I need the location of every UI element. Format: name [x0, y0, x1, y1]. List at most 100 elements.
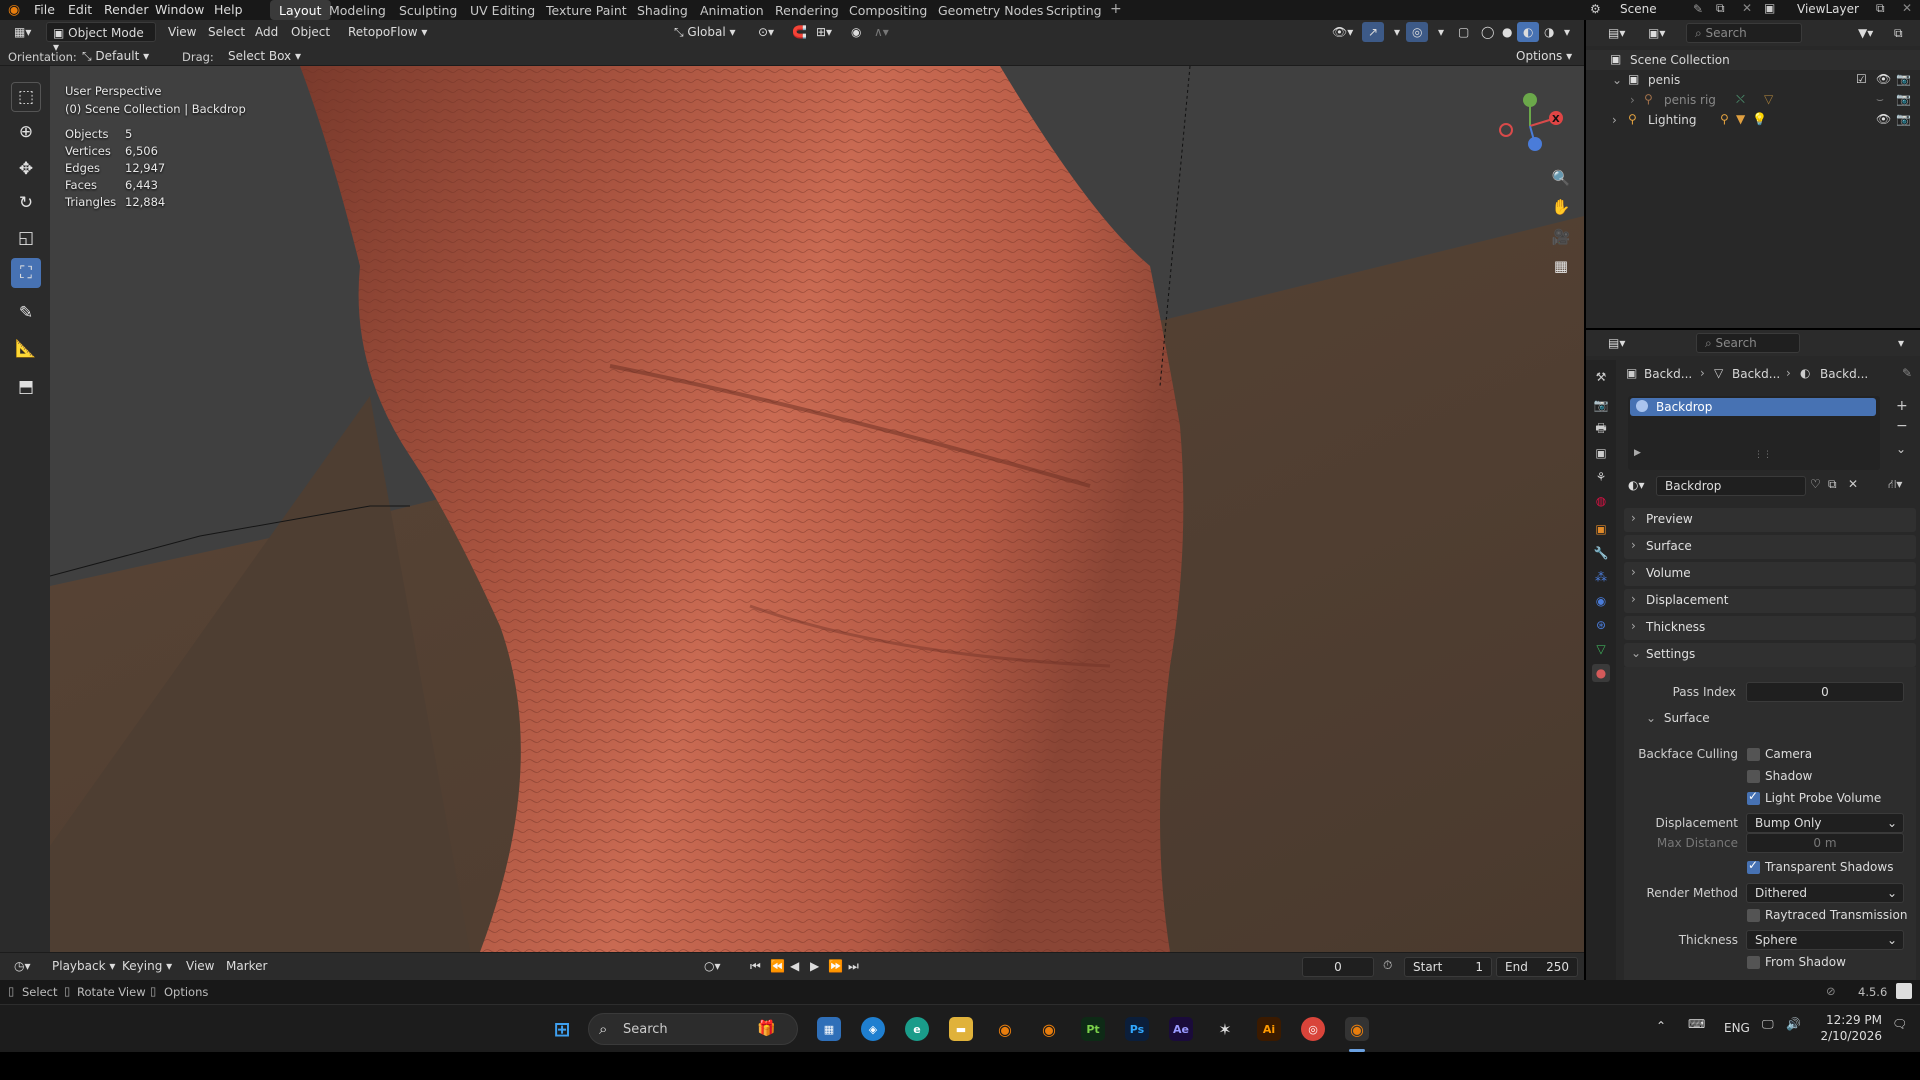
snap-target-icon[interactable]: ⊞▾ — [810, 22, 838, 42]
preview-range-icon[interactable]: ⏱ — [1383, 958, 1392, 973]
scene-name[interactable]: Scene — [1620, 2, 1657, 16]
panel-settings[interactable]: ⌄ Settings — [1624, 643, 1916, 667]
transform-orientation[interactable]: ⤡ Global ▾ — [668, 22, 742, 42]
snap-icon[interactable]: 🧲 — [786, 22, 813, 42]
properties-editor-icon[interactable]: ▤▾ — [1602, 333, 1631, 353]
modifier-tab-icon[interactable]: 🔧 — [1592, 544, 1610, 562]
after-effects-icon[interactable]: Ae — [1169, 1017, 1193, 1041]
jump-end-icon[interactable]: ⏭ — [842, 956, 865, 976]
clock-time[interactable]: 12:29 PM — [1826, 1013, 1882, 1027]
new-collection-icon[interactable]: ⧉ — [1888, 23, 1909, 43]
material-slot-list[interactable]: Backdrop ▶ ⋮⋮ — [1628, 396, 1880, 470]
from-shadow-checkbox[interactable] — [1747, 956, 1760, 969]
material-shading-icon[interactable]: ◐ — [1517, 22, 1540, 42]
add-slot-icon[interactable]: + — [1896, 398, 1908, 414]
chevron-up-icon[interactable]: ⌃ — [1656, 1019, 1666, 1033]
cursor-tool-icon[interactable]: ⊕ — [11, 117, 41, 147]
measure-tool-icon[interactable]: 📐 — [11, 334, 41, 364]
move-tool-icon[interactable]: ✥ — [11, 154, 41, 184]
surface-subpanel-header[interactable]: ⌄ Surface — [1646, 711, 1906, 731]
menu-help[interactable]: Help — [214, 2, 243, 17]
pivot-icon[interactable]: ⊙▾ — [752, 22, 780, 42]
pass-index-field[interactable]: 0 — [1746, 682, 1904, 702]
falloff-icon[interactable]: ∧▾ — [868, 22, 895, 42]
panel-surface[interactable]: › Surface — [1624, 535, 1916, 559]
tab-scripting[interactable]: Scripting — [1037, 0, 1111, 20]
thickness-dropdown[interactable]: Sphere ⌄ — [1746, 930, 1904, 950]
panel-volume[interactable]: › Volume — [1624, 562, 1916, 586]
fake-user-icon[interactable]: ♡ — [1810, 477, 1821, 491]
tree-row-penis[interactable]: ⌄ ▣ penis ☑ 👁 📷 — [1586, 70, 1920, 90]
properties-search-input[interactable]: ⌕ Search — [1696, 333, 1800, 353]
object-tab-icon[interactable]: ▣ — [1592, 520, 1610, 538]
tab-uv-editing[interactable]: UV Editing — [461, 0, 544, 20]
tab-animation[interactable]: Animation — [691, 0, 773, 20]
menu-edit[interactable]: Edit — [68, 2, 92, 17]
panel-preview[interactable]: › Preview — [1624, 508, 1916, 532]
new-view-layer-icon[interactable]: ⧉ — [1876, 1, 1885, 16]
tree-row-lighting[interactable]: › ⚲ Lighting ⚲ ▼ 💡 👁 📷 — [1586, 110, 1920, 130]
remove-slot-icon[interactable]: − — [1896, 418, 1908, 434]
tree-row-penis-rig[interactable]: › ⚲ penis rig ⛌ ▽ ⌣ 📷 — [1586, 90, 1920, 110]
menu-object[interactable]: Object — [285, 22, 336, 42]
panel-displacement[interactable]: › Displacement — [1624, 589, 1916, 613]
gizmo-toggle-icon[interactable]: ↗ — [1362, 22, 1385, 42]
chevron-right-icon[interactable]: › — [1630, 93, 1635, 107]
world-tab-icon[interactable]: ◍ — [1592, 492, 1610, 510]
menu-timeline-view[interactable]: View — [180, 956, 220, 976]
camera-icon[interactable]: 📷 — [1896, 112, 1911, 126]
tab-geometry-nodes[interactable]: Geometry Nodes — [929, 0, 1052, 20]
outliner-editor-icon[interactable]: ▤▾ — [1602, 23, 1631, 43]
eye-icon[interactable]: 👁 — [1876, 112, 1891, 126]
app-icon-blue[interactable]: ◈ — [861, 1017, 885, 1041]
display-mode-icon[interactable]: ▣▾ — [1642, 23, 1671, 43]
menu-view[interactable]: View — [162, 22, 202, 42]
camera-checkbox[interactable] — [1747, 748, 1760, 761]
retopoflow-menu[interactable]: RetopoFlow ▾ — [342, 22, 433, 42]
resize-handle-icon[interactable]: ⋮⋮ — [1754, 450, 1772, 460]
illustrator-icon[interactable]: Ai — [1257, 1017, 1281, 1041]
tab-texture-paint[interactable]: Texture Paint — [537, 0, 636, 20]
network-icon[interactable]: 🖵 — [1762, 1017, 1774, 1032]
camera-icon[interactable]: 📷 — [1896, 92, 1911, 106]
shadow-checkbox[interactable] — [1747, 770, 1760, 783]
material-slot-item[interactable]: Backdrop — [1630, 398, 1876, 416]
expand-triangle-icon[interactable]: ▶ — [1634, 448, 1641, 458]
eye-hidden-icon[interactable]: ⌣ — [1876, 92, 1884, 107]
material-browse-icon[interactable]: ◐▾ — [1628, 478, 1645, 492]
tab-rendering[interactable]: Rendering — [766, 0, 848, 20]
zbrush-icon[interactable]: ✶ — [1213, 1017, 1237, 1041]
checkbox-icon[interactable]: ☑ — [1856, 72, 1867, 86]
menu-playback[interactable]: Playback ▾ — [46, 956, 121, 976]
keyboard-icon[interactable]: ⌨ — [1688, 1017, 1705, 1031]
chevron-down-icon[interactable]: ⌄ — [1612, 73, 1622, 87]
task-view-icon[interactable]: ▦ — [817, 1017, 841, 1041]
data-tab-icon[interactable]: ▽ — [1592, 640, 1610, 658]
constraints-tab-icon[interactable]: ⊛ — [1592, 616, 1610, 634]
overlay-menu-icon[interactable]: ▾ — [1432, 22, 1450, 42]
language-indicator[interactable]: ENG — [1724, 1021, 1750, 1035]
duplicate-material-icon[interactable]: ⧉ — [1828, 477, 1837, 492]
menu-file[interactable]: File — [34, 2, 55, 17]
zoom-icon[interactable]: 🔍 — [1547, 164, 1575, 192]
ortho-grid-icon[interactable]: ▦ — [1547, 252, 1575, 280]
output-tab-icon[interactable]: 🖶 — [1592, 420, 1610, 438]
solid-shading-icon[interactable]: ● — [1496, 22, 1518, 42]
shading-menu-icon[interactable]: ▾ — [1558, 22, 1576, 42]
photoshop-icon[interactable]: Ps — [1125, 1017, 1149, 1041]
visibility-icon[interactable]: 👁▾ — [1326, 22, 1359, 42]
outliner-search-input[interactable]: ⌕ Search — [1686, 23, 1802, 43]
blender-active-icon[interactable]: ◉ — [1345, 1017, 1369, 1041]
new-scene-icon[interactable]: ⧉ — [1716, 1, 1725, 16]
filter-icon[interactable]: ▼▾ — [1852, 23, 1879, 43]
unlink-material-icon[interactable]: ✕ — [1848, 477, 1858, 491]
physics-tab-icon[interactable]: ◉ — [1592, 592, 1610, 610]
painter-icon[interactable]: Pt — [1081, 1017, 1105, 1041]
blender-icon-2[interactable]: ◉ — [1037, 1017, 1061, 1041]
delete-scene-icon[interactable]: ✕ — [1742, 1, 1752, 15]
proportional-edit-icon[interactable]: ◉ — [845, 22, 867, 42]
3d-viewport[interactable]: User Perspective (0) Scene Collection | … — [50, 66, 1584, 952]
start-frame-field[interactable]: Start 1 — [1404, 957, 1492, 977]
menu-window[interactable]: Window — [155, 2, 204, 17]
scale-tool-icon[interactable]: ◱ — [11, 223, 41, 253]
